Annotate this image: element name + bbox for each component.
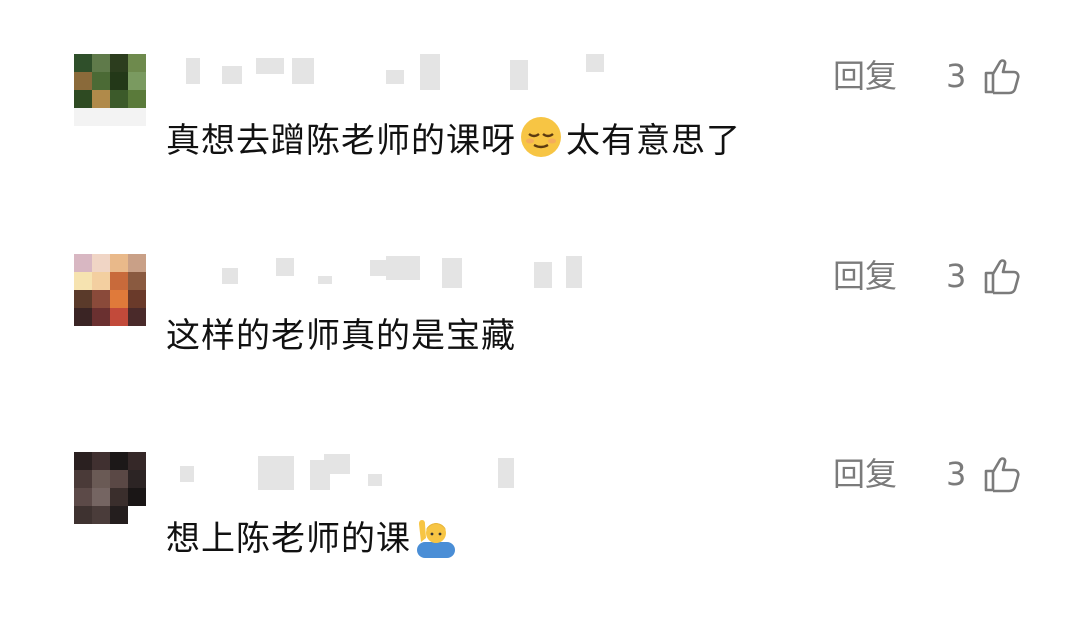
reply-button[interactable]: 回复: [833, 454, 897, 494]
avatar-pixel: [92, 272, 110, 290]
avatar[interactable]: [74, 254, 146, 326]
relieved-face-emoji: [521, 117, 561, 157]
comment-text: 想上陈老师的课: [166, 512, 461, 561]
avatar-pixel: [128, 108, 146, 126]
avatar-pixel: [128, 54, 146, 72]
avatar-pixel: [128, 488, 146, 506]
avatar-pixel: [74, 290, 92, 308]
avatar-pixel: [110, 72, 128, 90]
avatar-pixel: [74, 470, 92, 488]
avatar-pixel: [128, 470, 146, 488]
avatar-pixel: [74, 108, 92, 126]
avatar-pixel: [92, 72, 110, 90]
avatar-pixel: [74, 506, 92, 524]
avatar-pixel: [92, 90, 110, 108]
avatar-pixel: [92, 506, 110, 524]
avatar[interactable]: [74, 54, 146, 126]
username-blurred[interactable]: [180, 254, 640, 290]
avatar-pixel: [128, 308, 146, 326]
avatar-pixel: [110, 452, 128, 470]
avatar-pixel: [92, 290, 110, 308]
avatar-pixel: [110, 108, 128, 126]
avatar-pixel: [74, 272, 92, 290]
username-blurred[interactable]: [180, 54, 640, 90]
comment-item: 回复 3 想上陈老师的课: [0, 452, 1080, 632]
comment-text: 这样的老师真的是宝藏: [166, 316, 516, 356]
avatar-pixel: [92, 54, 110, 72]
avatar-pixel: [128, 506, 146, 524]
avatar-pixel: [74, 72, 92, 90]
avatar-pixel: [110, 506, 128, 524]
username-blurred[interactable]: [180, 452, 640, 490]
avatar-pixel: [110, 54, 128, 72]
avatar-pixel: [128, 72, 146, 90]
avatar-pixel: [128, 290, 146, 308]
thumbs-up-icon[interactable]: [982, 454, 1022, 494]
avatar-pixel: [74, 308, 92, 326]
avatar-pixel: [128, 272, 146, 290]
avatar[interactable]: [74, 452, 146, 524]
avatar-pixel: [110, 272, 128, 290]
avatar-pixel: [128, 254, 146, 272]
like-count: 3: [946, 257, 967, 295]
reply-button[interactable]: 回复: [833, 56, 897, 96]
thumbs-up-icon[interactable]: [982, 256, 1022, 296]
thumbs-up-icon[interactable]: [982, 56, 1022, 96]
avatar-pixel: [74, 488, 92, 506]
avatar-pixel: [74, 254, 92, 272]
avatar-pixel: [74, 90, 92, 108]
avatar-pixel: [92, 108, 110, 126]
avatar-pixel: [92, 488, 110, 506]
avatar-pixel: [92, 308, 110, 326]
avatar-pixel: [128, 452, 146, 470]
avatar-pixel: [110, 470, 128, 488]
like-count: 3: [946, 455, 967, 493]
avatar-pixel: [74, 54, 92, 72]
avatar-pixel: [128, 90, 146, 108]
reply-button[interactable]: 回复: [833, 256, 897, 296]
avatar-pixel: [110, 488, 128, 506]
avatar-pixel: [92, 470, 110, 488]
like-count: 3: [946, 57, 967, 95]
avatar-pixel: [110, 290, 128, 308]
avatar-pixel: [110, 254, 128, 272]
comment-text: 真想去蹭陈老师的课呀 太有意思了: [166, 114, 741, 163]
avatar-pixel: [92, 452, 110, 470]
comment-item: 回复 3 这样的老师真的是宝藏: [0, 254, 1080, 434]
person-raising-hand-emoji: [417, 520, 455, 558]
avatar-pixel: [110, 90, 128, 108]
avatar-pixel: [110, 308, 128, 326]
avatar-pixel: [74, 452, 92, 470]
comment-item: 回复 3 真想去蹭陈老师的课呀 太有意思了: [0, 54, 1080, 234]
avatar-pixel: [92, 254, 110, 272]
